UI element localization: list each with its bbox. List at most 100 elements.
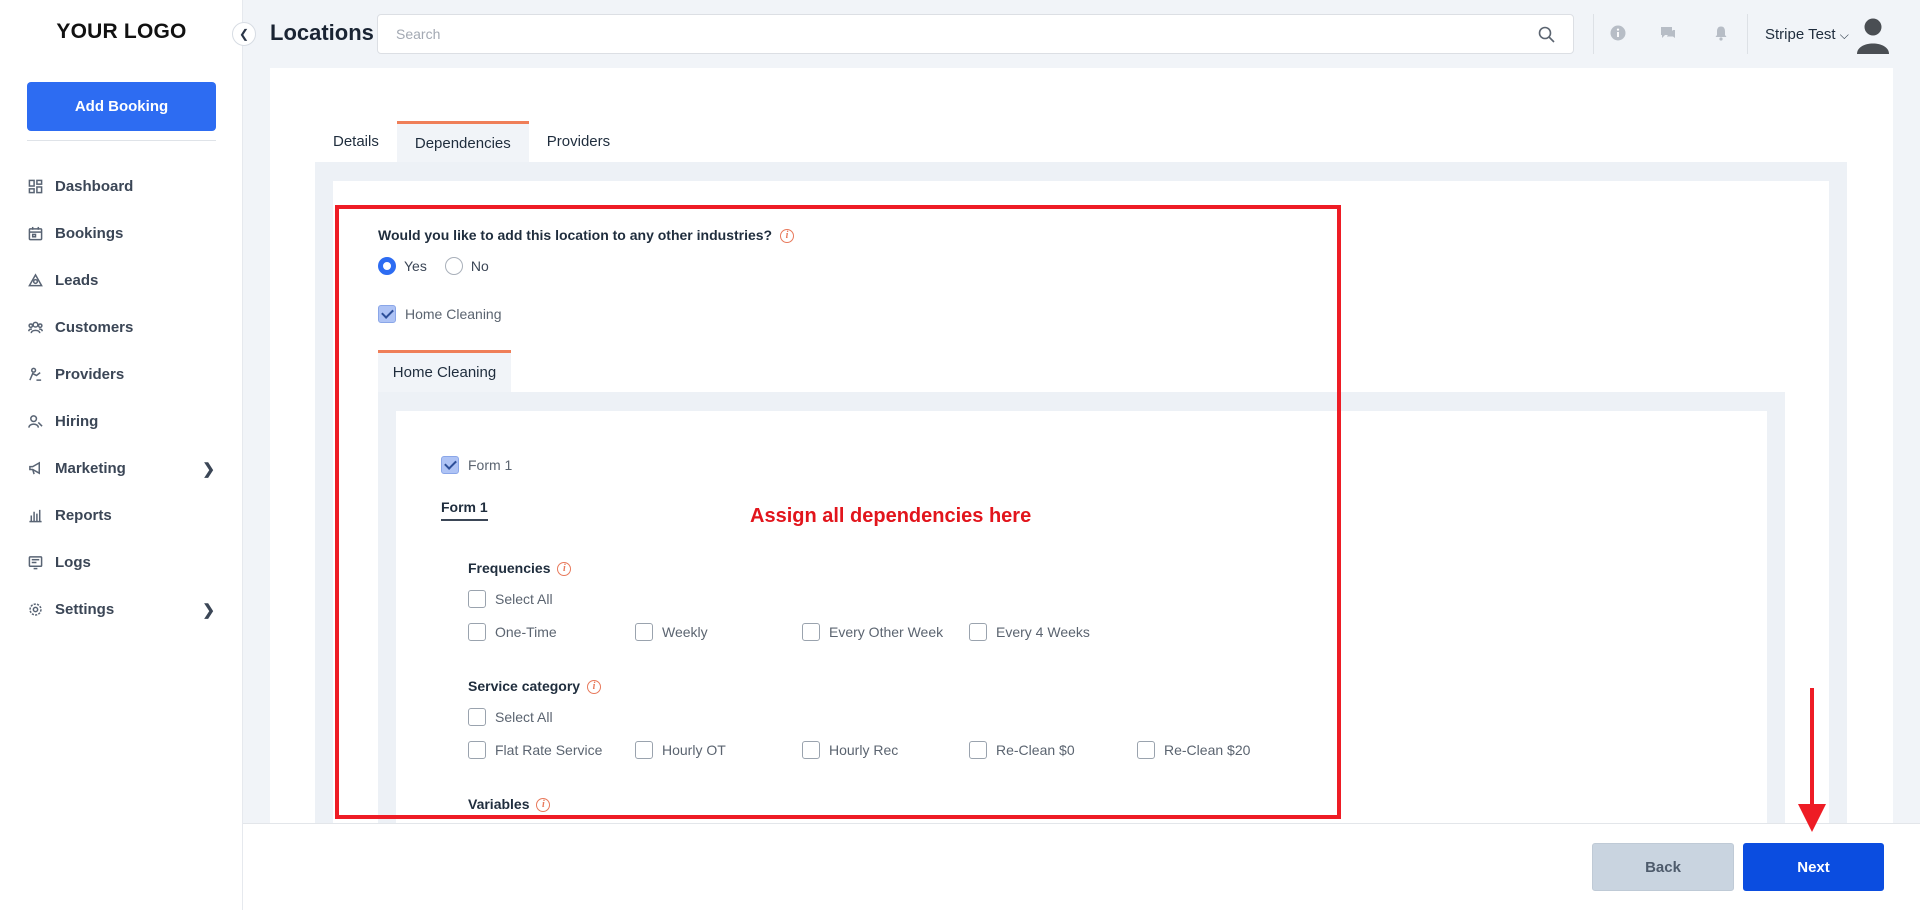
every-other-week-checkbox[interactable] [802, 623, 820, 641]
header-divider [1747, 14, 1748, 54]
home-cleaning-option: Home Cleaning [378, 305, 502, 323]
hourly-rec-checkbox[interactable] [802, 741, 820, 759]
annotation-arrow [1798, 688, 1826, 832]
sidebar-item-label: Hiring [55, 413, 99, 430]
customers-icon [27, 320, 43, 336]
sidebar-item-reports[interactable]: Reports [0, 492, 243, 539]
chevron-left-icon: ❮ [238, 27, 250, 41]
tab-home-cleaning[interactable]: Home Cleaning [378, 350, 511, 392]
sidebar-divider [27, 140, 216, 141]
no-label: No [470, 258, 489, 274]
option-label: Select All [495, 591, 553, 607]
user-name: Stripe Test [1765, 26, 1836, 43]
dashboard-icon [27, 179, 43, 195]
service-option: Flat Rate Service [468, 741, 602, 759]
form-1-tab[interactable]: Form 1 [441, 499, 488, 521]
frequency-option: Weekly [635, 623, 708, 641]
re-clean-0-checkbox[interactable] [969, 741, 987, 759]
sidebar-item-settings[interactable]: Settings ❯ [0, 586, 243, 633]
sidebar-item-customers[interactable]: Customers [0, 304, 243, 351]
info-icon[interactable]: i [536, 798, 551, 813]
form-1-label: Form 1 [468, 457, 513, 473]
sidebar-item-providers[interactable]: Providers [0, 351, 243, 398]
sidebar-item-hiring[interactable]: Hiring [0, 398, 243, 445]
sidebar-item-bookings[interactable]: Bookings [0, 210, 243, 257]
sidebar-item-dashboard[interactable]: Dashboard [0, 163, 243, 210]
megaphone-icon [27, 461, 43, 477]
frequency-option: One-Time [468, 623, 557, 641]
option-label: Hourly OT [662, 742, 726, 758]
every-4-weeks-checkbox[interactable] [969, 623, 987, 641]
home-cleaning-checkbox[interactable] [378, 305, 396, 323]
providers-icon [27, 367, 43, 383]
sidebar-item-label: Logs [55, 554, 91, 571]
service-select-all: Select All [468, 708, 553, 726]
location-tabs: Details Dependencies Providers [315, 121, 628, 162]
option-label: Hourly Rec [829, 742, 899, 758]
section-label: Frequencies [468, 560, 551, 576]
calendar-icon [27, 226, 43, 242]
sidebar-item-label: Customers [55, 319, 134, 336]
section-label: Variables [468, 796, 530, 812]
select-all-checkbox[interactable] [468, 590, 486, 608]
hourly-ot-checkbox[interactable] [635, 741, 653, 759]
add-booking-button[interactable]: Add Booking [27, 82, 216, 131]
search-icon[interactable] [1538, 26, 1555, 43]
frequency-select-all: Select All [468, 590, 553, 608]
info-icon[interactable]: i [780, 229, 794, 244]
no-radio[interactable] [444, 257, 463, 275]
leads-icon [27, 273, 43, 289]
user-menu[interactable]: Stripe Test ⌵ [1765, 26, 1849, 43]
avatar[interactable] [1855, 16, 1891, 54]
sidebar-item-logs[interactable]: Logs [0, 539, 243, 586]
sidebar-item-label: Settings [55, 601, 115, 618]
frequency-option: Every Other Week [802, 623, 943, 641]
sidebar-item-label: Dashboard [55, 178, 134, 195]
collapse-sidebar-button[interactable]: ❮ [232, 22, 256, 46]
tab-details[interactable]: Details [315, 121, 397, 162]
sidebar-item-label: Marketing [55, 460, 126, 477]
one-time-checkbox[interactable] [468, 623, 486, 641]
chat-icon[interactable] [1660, 25, 1676, 41]
info-icon[interactable]: i [557, 562, 572, 577]
flat-rate-service-checkbox[interactable] [468, 741, 486, 759]
form-1-checkbox[interactable] [441, 456, 459, 474]
service-option: Re-Clean $0 [969, 741, 1075, 759]
sidebar-item-label: Providers [55, 366, 125, 383]
back-button[interactable]: Back [1592, 843, 1734, 891]
bell-icon[interactable] [1713, 25, 1729, 41]
section-label: Service category [468, 678, 581, 694]
info-icon[interactable] [1610, 25, 1626, 41]
option-label: Flat Rate Service [495, 742, 603, 758]
service-option: Re-Clean $20 [1137, 741, 1250, 759]
industries-question: Would you like to add this location to a… [378, 227, 794, 244]
bar-chart-icon [27, 508, 43, 524]
header-divider [1593, 14, 1594, 54]
option-label: Weekly [662, 624, 708, 640]
tab-providers[interactable]: Providers [529, 121, 628, 162]
annotation-text: Assign all dependencies here [750, 505, 1032, 527]
home-cleaning-label: Home Cleaning [405, 306, 502, 322]
logs-icon [27, 555, 43, 571]
industry-panel-content [396, 411, 1767, 823]
sidebar-item-marketing[interactable]: Marketing ❯ [0, 445, 243, 492]
next-button[interactable]: Next [1743, 843, 1884, 891]
info-icon[interactable]: i [586, 680, 601, 695]
tab-dependencies[interactable]: Dependencies [396, 121, 529, 162]
variables-title: Variables i [468, 796, 551, 813]
yes-radio[interactable] [378, 257, 396, 275]
logo: YOUR LOGO [56, 20, 187, 43]
search-input[interactable] [378, 15, 1573, 53]
gear-icon [27, 602, 43, 618]
option-label: Every Other Week [829, 624, 944, 640]
option-label: Select All [495, 709, 553, 725]
sidebar-item-label: Bookings [55, 225, 124, 242]
select-all-checkbox[interactable] [468, 708, 486, 726]
re-clean-20-checkbox[interactable] [1137, 741, 1155, 759]
option-label: Every 4 Weeks [996, 624, 1090, 640]
sidebar-item-label: Reports [55, 507, 112, 524]
option-label: One-Time [495, 624, 557, 640]
sidebar-item-leads[interactable]: Leads [0, 257, 243, 304]
weekly-checkbox[interactable] [635, 623, 653, 641]
chevron-right-icon: ❯ [202, 602, 215, 619]
